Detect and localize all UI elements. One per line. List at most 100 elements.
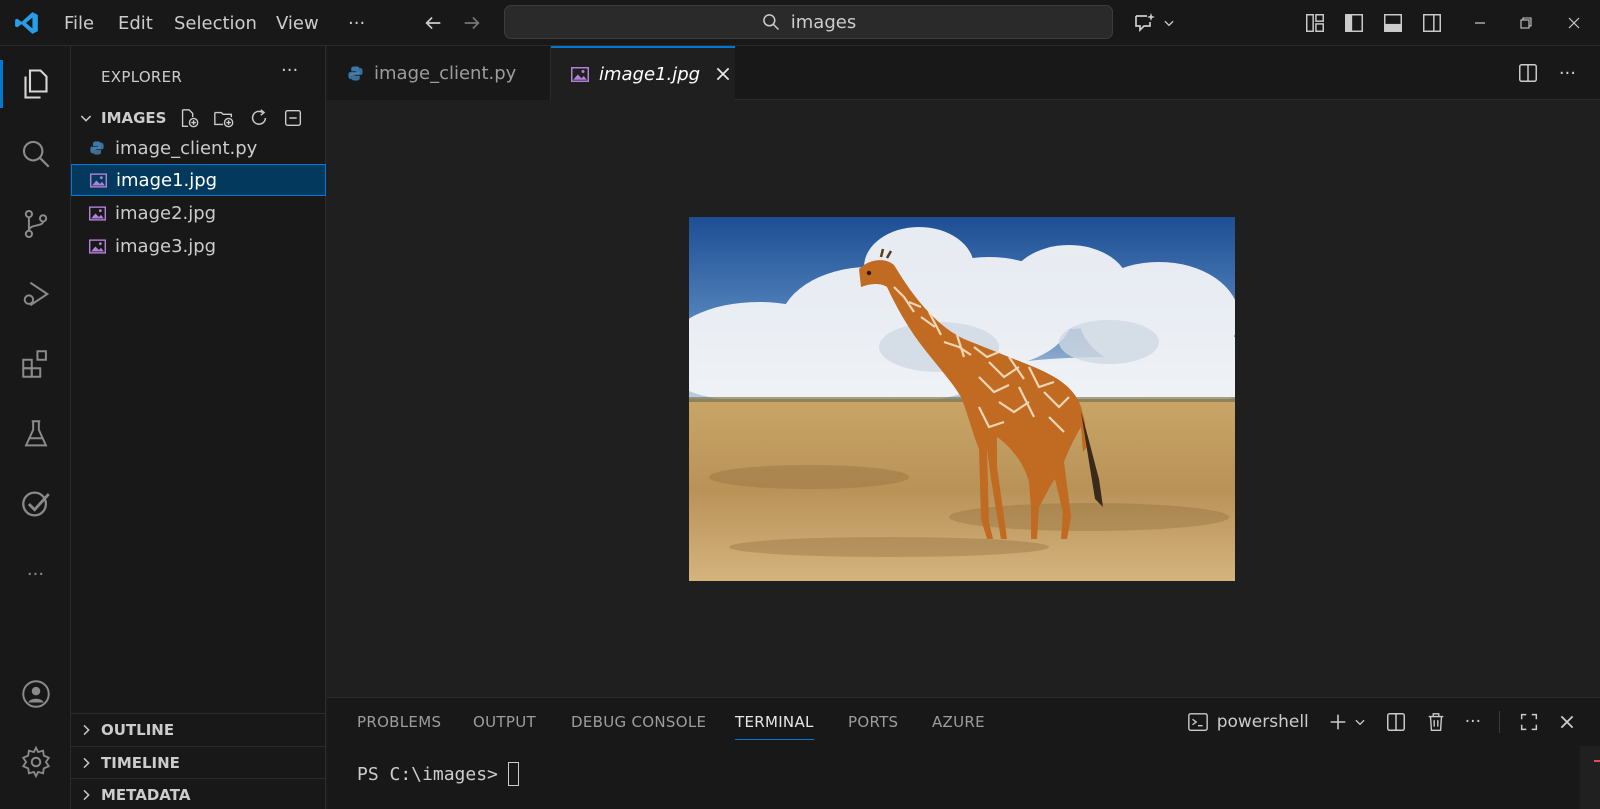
command-center-search[interactable]: images xyxy=(504,5,1113,39)
python-icon xyxy=(347,65,364,82)
maximize-panel-icon[interactable] xyxy=(1518,711,1540,733)
folder-images-header[interactable]: IMAGES xyxy=(71,103,326,133)
file-name: image2.jpg xyxy=(115,202,217,224)
section-timeline[interactable]: TIMELINE xyxy=(71,746,326,779)
collapse-all-icon[interactable] xyxy=(282,107,304,129)
image-file-icon xyxy=(89,205,115,221)
back-arrow-icon[interactable] xyxy=(422,0,444,46)
menu-file[interactable]: File xyxy=(64,0,94,46)
trash-icon[interactable] xyxy=(1425,711,1447,733)
image-file-icon xyxy=(89,238,115,254)
forward-arrow-icon[interactable] xyxy=(461,0,483,46)
shell-name: powershell xyxy=(1216,712,1309,732)
chevron-down-icon xyxy=(1162,16,1176,30)
restore-icon[interactable] xyxy=(1518,0,1534,46)
file-image3-jpg[interactable]: image3.jpg xyxy=(71,230,326,262)
explorer-title: EXPLORER xyxy=(101,68,183,86)
search-icon xyxy=(761,12,781,32)
terminal-prompt: PS C:\images> xyxy=(357,763,498,785)
search-icon[interactable] xyxy=(0,126,71,182)
menu-selection[interactable]: Selection xyxy=(174,0,257,46)
close-window-icon[interactable] xyxy=(1566,0,1582,46)
panel-tab-problems[interactable]: PROBLEMS xyxy=(357,698,441,746)
tab-image-client-py[interactable]: image_client.py xyxy=(327,46,551,100)
scrollbar-marker xyxy=(1594,760,1600,762)
section-label: OUTLINE xyxy=(101,721,175,739)
minimize-icon[interactable] xyxy=(1472,0,1488,46)
image-file-icon xyxy=(90,172,116,188)
image-file-icon xyxy=(571,66,589,82)
vscode-logo-icon xyxy=(14,0,40,46)
tab-label: image_client.py xyxy=(374,62,517,84)
panel-tab-output[interactable]: OUTPUT xyxy=(473,698,536,746)
terminal-icon xyxy=(1187,711,1209,733)
accounts-icon[interactable] xyxy=(0,666,71,722)
search-text: images xyxy=(790,11,857,33)
terminal-cursor xyxy=(507,762,519,786)
split-terminal-icon[interactable] xyxy=(1385,711,1407,733)
file-image2-jpg[interactable]: image2.jpg xyxy=(71,197,326,229)
toggle-panel-icon[interactable] xyxy=(1382,0,1404,46)
explorer-icon[interactable] xyxy=(0,56,71,112)
close-tab-icon[interactable] xyxy=(714,65,732,83)
bottom-panel: PROBLEMS OUTPUT DEBUG CONSOLE TERMINAL P… xyxy=(327,697,1600,809)
python-icon xyxy=(89,140,115,156)
chevron-right-icon xyxy=(71,722,101,738)
panel-tab-azure[interactable]: AZURE xyxy=(932,698,985,746)
file-name: image_client.py xyxy=(115,137,258,159)
tab-image1-jpg[interactable]: image1.jpg xyxy=(551,46,735,100)
close-panel-icon[interactable] xyxy=(1558,713,1576,731)
file-name: image1.jpg xyxy=(116,169,218,191)
customize-layout-icon[interactable] xyxy=(1304,0,1326,46)
menu-view[interactable]: View xyxy=(276,0,319,46)
activity-bar: ··· xyxy=(0,46,71,809)
new-terminal-button[interactable] xyxy=(1327,711,1367,733)
file-image-client-py[interactable]: image_client.py xyxy=(71,132,326,164)
plus-icon xyxy=(1327,711,1349,733)
editor-tab-bar: image_client.py image1.jpg ··· xyxy=(327,46,1600,100)
panel-more-actions-icon[interactable]: ··· xyxy=(1465,712,1481,732)
image-preview-editor xyxy=(327,100,1600,697)
menu-more[interactable]: ··· xyxy=(348,0,365,46)
task-check-icon[interactable] xyxy=(0,476,71,532)
menu-edit[interactable]: Edit xyxy=(118,0,153,46)
new-file-icon[interactable] xyxy=(178,107,200,129)
split-editor-icon[interactable] xyxy=(1517,62,1539,84)
folder-name: IMAGES xyxy=(101,109,167,127)
toggle-secondary-sidebar-icon[interactable] xyxy=(1421,0,1443,46)
chevron-down-icon xyxy=(71,110,101,126)
section-label: METADATA xyxy=(101,786,191,804)
giraffe-image-preview xyxy=(689,217,1235,581)
panel-tab-ports[interactable]: PORTS xyxy=(848,698,898,746)
editor-more-actions-icon[interactable]: ··· xyxy=(1559,63,1576,84)
file-name: image3.jpg xyxy=(115,235,217,257)
tab-label: image1.jpg xyxy=(599,63,701,85)
chevron-down-icon xyxy=(1353,715,1367,729)
title-bar: File Edit Selection View ··· images xyxy=(0,0,1600,46)
source-control-icon[interactable] xyxy=(0,196,71,252)
terminal-shell-selector[interactable]: powershell xyxy=(1187,711,1309,733)
copilot-chat-button[interactable] xyxy=(1132,0,1176,46)
toggle-primary-sidebar-icon[interactable] xyxy=(1343,0,1365,46)
settings-gear-icon[interactable] xyxy=(0,734,71,790)
explorer-sidebar: EXPLORER ··· IMAGES image_client.py imag… xyxy=(71,46,326,809)
section-outline[interactable]: OUTLINE xyxy=(71,713,326,746)
testing-icon[interactable] xyxy=(0,406,71,462)
panel-tab-terminal[interactable]: TERMINAL xyxy=(735,698,814,746)
terminal-scrollbar[interactable] xyxy=(1580,746,1600,809)
terminal-prompt-line[interactable]: PS C:\images> xyxy=(357,762,519,786)
chevron-right-icon xyxy=(71,755,101,771)
file-image1-jpg[interactable]: image1.jpg xyxy=(71,164,326,196)
panel-divider xyxy=(1499,711,1500,733)
copilot-icon xyxy=(1132,11,1156,35)
explorer-more-button[interactable]: ··· xyxy=(281,60,298,81)
section-metadata[interactable]: METADATA xyxy=(71,778,326,809)
new-folder-icon[interactable] xyxy=(212,107,236,129)
run-debug-icon[interactable] xyxy=(0,266,71,322)
more-views-icon[interactable]: ··· xyxy=(0,546,71,602)
chevron-right-icon xyxy=(71,787,101,803)
section-label: TIMELINE xyxy=(101,754,180,772)
panel-tab-debug-console[interactable]: DEBUG CONSOLE xyxy=(571,698,706,746)
extensions-icon[interactable] xyxy=(0,336,71,392)
refresh-icon[interactable] xyxy=(248,107,270,129)
